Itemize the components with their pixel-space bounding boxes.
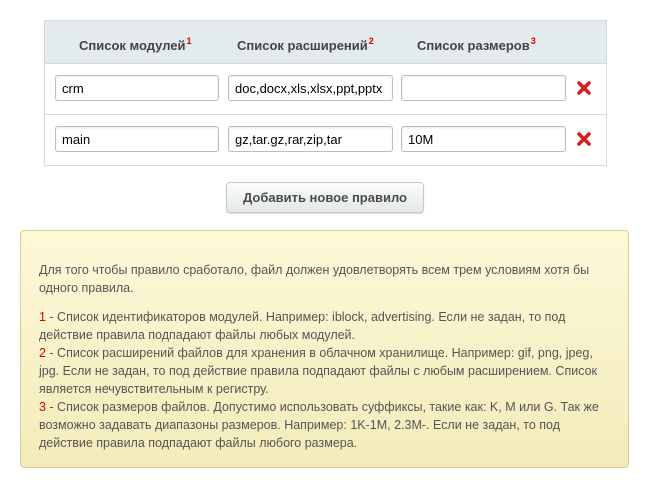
delete-rule-icon[interactable]: [576, 80, 592, 96]
rules-table: Список модулей1 Список расширений2 Списо…: [44, 20, 607, 166]
header-sizes: Список размеров3: [417, 36, 536, 53]
sizes-input[interactable]: [401, 75, 566, 101]
modules-input[interactable]: [55, 126, 219, 152]
header-modules: Список модулей1: [79, 36, 192, 53]
add-rule-button[interactable]: Добавить новое правило: [226, 182, 424, 213]
note-item-3: 3 - Список размеров файлов. Допустимо ис…: [39, 400, 599, 450]
table-header: Список модулей1 Список расширений2 Списо…: [45, 21, 606, 64]
rule-row: [45, 115, 606, 165]
extensions-input[interactable]: [228, 75, 393, 101]
modules-input[interactable]: [55, 75, 219, 101]
help-note: Для того чтобы правило сработало, файл д…: [20, 230, 629, 468]
header-extensions: Список расширений2: [237, 36, 374, 53]
note-item-1: 1 - Список идентификаторов модулей. Напр…: [39, 310, 566, 342]
sizes-input[interactable]: [401, 126, 566, 152]
rule-row: [45, 64, 606, 115]
note-item-2: 2 - Список расширений файлов для хранени…: [39, 346, 598, 396]
extensions-input[interactable]: [228, 126, 393, 152]
note-intro: Для того чтобы правило сработало, файл д…: [39, 263, 590, 295]
delete-rule-icon[interactable]: [576, 131, 592, 147]
